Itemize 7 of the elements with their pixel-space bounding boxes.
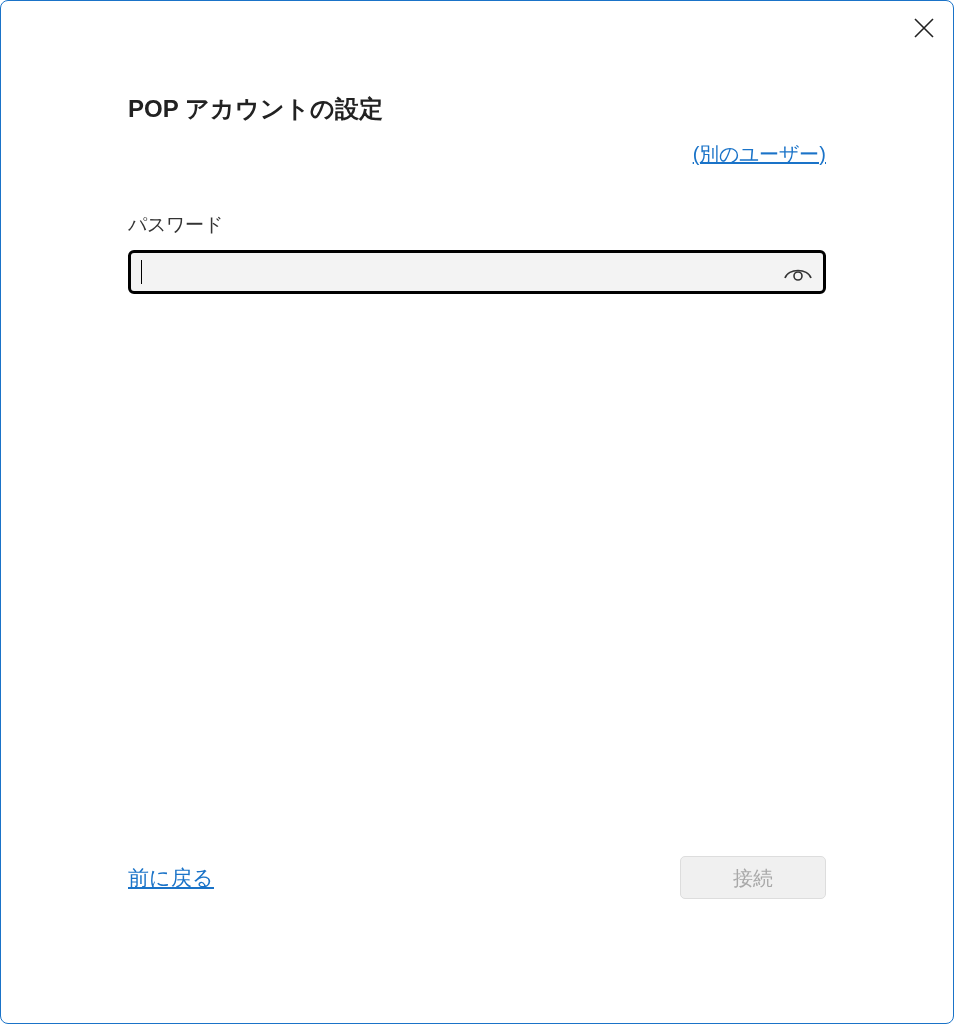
text-caret bbox=[141, 259, 142, 284]
password-field[interactable] bbox=[128, 249, 826, 294]
password-label: パスワード bbox=[128, 213, 223, 237]
dialog-title: POP アカウントの設定 bbox=[128, 94, 383, 124]
switch-user-link[interactable]: (別のユーザー) bbox=[692, 139, 826, 169]
close-icon bbox=[914, 18, 934, 38]
back-link[interactable]: 前に戻る bbox=[128, 861, 214, 894]
